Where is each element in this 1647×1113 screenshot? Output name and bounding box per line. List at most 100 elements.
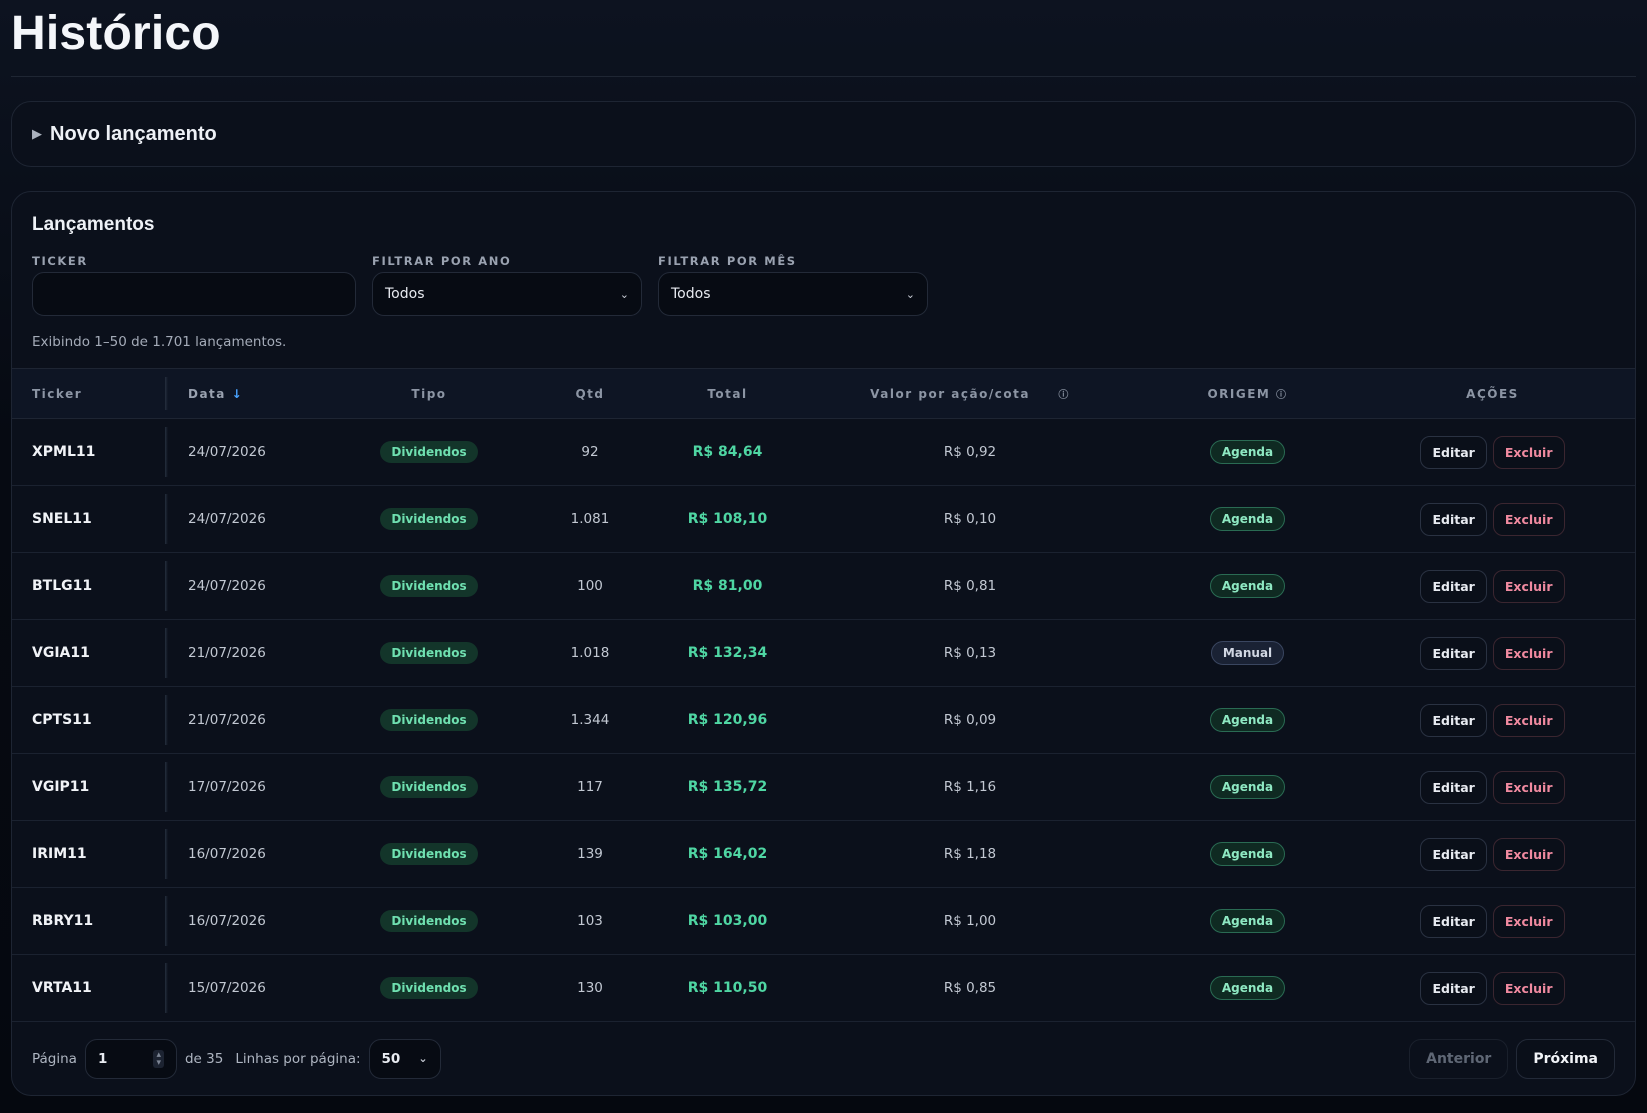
type-badge: Dividendos <box>380 910 478 932</box>
edit-button[interactable]: Editar <box>1420 569 1487 603</box>
type-badge: Dividendos <box>380 642 478 664</box>
edit-button[interactable]: Editar <box>1420 971 1487 1005</box>
type-cell: Dividendos <box>338 754 520 821</box>
ticker-cell: XPML11 <box>12 419 168 486</box>
entries-table: Ticker Data ↓ Tipo Qtd Total Valor por a… <box>12 368 1635 1022</box>
type-badge: Dividendos <box>380 776 478 798</box>
section-title: Lançamentos <box>32 214 155 235</box>
value-cell: R$ 1,00 <box>943 913 997 929</box>
column-header-origin: ORIGEM ⓘ <box>1145 368 1350 419</box>
date-cell: 24/07/2026 <box>188 511 266 527</box>
ticker-filter-label: TICKER <box>32 254 88 268</box>
page-number-input[interactable]: 1 ▴ ▾ <box>84 1038 177 1079</box>
edit-button[interactable]: Editar <box>1420 904 1487 938</box>
column-header-actions: AÇÕES <box>1350 368 1635 419</box>
table-row: VRTA11 15/07/2026 Dividendos 130 R$ 110,50 R$… <box>12 955 1635 1022</box>
month-filter-label: FILTRAR POR MÊS <box>658 254 797 268</box>
page: Histórico ▶ Novo lançamento Lançamentos … <box>0 0 1647 1096</box>
year-select[interactable]: Todos ⌄ <box>372 272 642 316</box>
delete-button[interactable]: Excluir <box>1492 435 1565 469</box>
edit-button[interactable]: Editar <box>1420 502 1487 536</box>
edit-button[interactable]: Editar <box>1420 770 1487 804</box>
type-cell: Dividendos <box>338 821 520 888</box>
delete-button[interactable]: Excluir <box>1492 837 1565 871</box>
delete-button[interactable]: Excluir <box>1492 971 1565 1005</box>
total-cell: R$ 81,00 <box>692 578 763 594</box>
qty-cell: 103 <box>577 913 603 929</box>
actions-cell: Editar Excluir <box>1350 821 1635 888</box>
column-header-date[interactable]: Data ↓ <box>168 368 338 419</box>
edit-button[interactable]: Editar <box>1420 703 1487 737</box>
table-row: RBRY11 16/07/2026 Dividendos 103 R$ 103,00 R$… <box>12 888 1635 955</box>
delete-button[interactable]: Excluir <box>1492 703 1565 737</box>
origin-cell: Agenda <box>1145 419 1350 486</box>
page-total: de 35 <box>184 1050 224 1067</box>
type-badge: Dividendos <box>380 575 478 597</box>
caret-right-icon: ▶ <box>32 126 42 142</box>
sort-down-icon: ↓ <box>231 386 244 401</box>
page-title: Histórico <box>11 7 221 60</box>
value-cell: R$ 1,18 <box>943 846 997 862</box>
table-row: VGIA11 21/07/2026 Dividendos 1.018 R$ 132,34… <box>12 620 1635 687</box>
delete-button[interactable]: Excluir <box>1492 502 1565 536</box>
origin-badge: Agenda <box>1209 507 1286 531</box>
total-cell: R$ 164,02 <box>687 846 768 862</box>
qty-cell: 92 <box>581 444 599 460</box>
qty-cell: 1.081 <box>570 511 610 527</box>
type-cell: Dividendos <box>338 955 520 1022</box>
delete-button[interactable]: Excluir <box>1492 770 1565 804</box>
page-number-value: 1 <box>97 1050 108 1067</box>
type-cell: Dividendos <box>338 553 520 620</box>
origin-cell: Agenda <box>1145 553 1350 620</box>
previous-page-button[interactable]: Anterior <box>1409 1038 1509 1079</box>
total-cell: R$ 103,00 <box>687 913 768 929</box>
column-header-type[interactable]: Tipo <box>338 368 520 419</box>
date-cell: 17/07/2026 <box>188 779 266 795</box>
delete-button[interactable]: Excluir <box>1492 636 1565 670</box>
edit-button[interactable]: Editar <box>1420 435 1487 469</box>
filters: TICKER FILTRAR POR ANO Todos ⌄ FILTRAR P… <box>32 250 1615 316</box>
column-header-ticker[interactable]: Ticker <box>12 368 168 419</box>
edit-button[interactable]: Editar <box>1420 837 1487 871</box>
info-icon[interactable]: ⓘ <box>1276 390 1288 401</box>
type-cell: Dividendos <box>338 687 520 754</box>
pagination: Página 1 ▴ ▾ de 35 Linhas por página: 50 … <box>12 1022 1635 1095</box>
total-cell: R$ 110,50 <box>687 980 768 996</box>
origin-cell: Agenda <box>1145 687 1350 754</box>
total-cell: R$ 132,34 <box>687 645 768 661</box>
next-page-button[interactable]: Próxima <box>1516 1038 1615 1079</box>
type-cell: Dividendos <box>338 888 520 955</box>
ticker-cell: RBRY11 <box>12 888 168 955</box>
delete-button[interactable]: Excluir <box>1492 569 1565 603</box>
date-cell: 15/07/2026 <box>188 980 266 996</box>
year-select-value: Todos <box>385 286 425 302</box>
table-header-row: Ticker Data ↓ Tipo Qtd Total Valor por a… <box>12 368 1635 419</box>
table-row: BTLG11 24/07/2026 Dividendos 100 R$ 81,00 R$ … <box>12 553 1635 620</box>
column-header-qty[interactable]: Qtd <box>520 368 660 419</box>
new-entry-toggle[interactable]: ▶ Novo lançamento <box>11 101 1636 167</box>
value-cell: R$ 0,85 <box>943 980 997 996</box>
delete-button[interactable]: Excluir <box>1492 904 1565 938</box>
ticker-cell: VGIA11 <box>12 620 168 687</box>
rows-per-page-select[interactable]: 50 ⌄ <box>368 1038 441 1079</box>
chevron-down-icon: ⌄ <box>905 287 915 301</box>
column-header-value[interactable]: Valor por ação/cota ⓘ <box>795 368 1145 419</box>
info-icon[interactable]: ⓘ <box>1058 390 1070 401</box>
ticker-cell: CPTS11 <box>12 687 168 754</box>
qty-cell: 130 <box>577 980 603 996</box>
stepper-icon[interactable]: ▴ ▾ <box>153 1049 164 1068</box>
value-cell: R$ 0,92 <box>943 444 997 460</box>
ticker-input[interactable] <box>32 272 356 316</box>
date-cell: 24/07/2026 <box>188 578 266 594</box>
date-cell: 21/07/2026 <box>188 645 266 661</box>
qty-cell: 1.018 <box>570 645 610 661</box>
date-cell: 21/07/2026 <box>188 712 266 728</box>
origin-badge: Agenda <box>1209 842 1286 866</box>
column-header-total[interactable]: Total <box>660 368 795 419</box>
table-row: SNEL11 24/07/2026 Dividendos 1.081 R$ 108,10… <box>12 486 1635 553</box>
date-cell: 24/07/2026 <box>188 444 266 460</box>
month-select[interactable]: Todos ⌄ <box>658 272 928 316</box>
qty-cell: 117 <box>577 779 603 795</box>
edit-button[interactable]: Editar <box>1420 636 1487 670</box>
date-cell: 16/07/2026 <box>188 913 266 929</box>
